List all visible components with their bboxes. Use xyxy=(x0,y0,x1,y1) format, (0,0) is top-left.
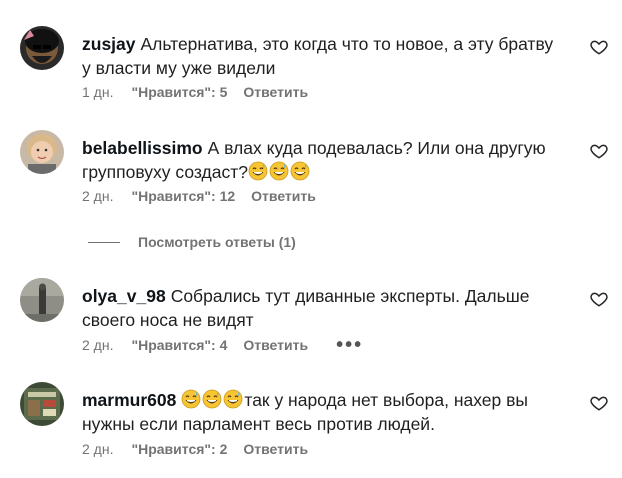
like-heart-icon[interactable] xyxy=(590,142,608,160)
reply-button[interactable]: Ответить xyxy=(243,441,308,457)
view-replies-label: Посмотреть ответы (1) xyxy=(138,234,296,250)
like-heart-icon[interactable] xyxy=(590,290,608,308)
comment-username[interactable]: zusjay xyxy=(82,34,136,54)
grinning-sweat-emoji xyxy=(181,389,201,409)
comment-likes[interactable]: "Нравится": 2 xyxy=(131,441,227,457)
comment-username[interactable]: olya_v_98 xyxy=(82,286,166,306)
view-replies-button[interactable]: Посмотреть ответы (1) xyxy=(88,234,296,250)
like-heart-icon[interactable] xyxy=(590,394,608,412)
comment-time[interactable]: 2 дн. xyxy=(82,188,113,204)
avatar[interactable] xyxy=(20,26,64,70)
comment-body: belabellissimo А влах куда подевалась? Ил… xyxy=(82,136,562,184)
grinning-sweat-emoji xyxy=(223,389,243,409)
comment-meta: 2 дн. "Нравится": 4 Ответить ••• xyxy=(82,335,363,355)
avatar-image xyxy=(20,130,64,174)
comment-time[interactable]: 2 дн. xyxy=(82,441,113,457)
replies-divider xyxy=(88,241,120,243)
comment-meta: 2 дн. "Нравится": 12 Ответить xyxy=(82,188,316,204)
comment-meta: 2 дн. "Нравится": 2 Ответить xyxy=(82,441,308,457)
avatar[interactable] xyxy=(20,278,64,322)
more-options-icon[interactable]: ••• xyxy=(336,335,363,355)
reply-button[interactable]: Ответить xyxy=(251,188,316,204)
like-heart-icon[interactable] xyxy=(590,38,608,56)
grinning-sweat-emoji xyxy=(248,161,268,181)
grinning-sweat-emoji xyxy=(290,161,310,181)
comment-text: Альтернатива, это когда что то новое, а … xyxy=(82,34,554,78)
grinning-sweat-emoji xyxy=(269,161,289,181)
comment-body: zusjay Альтернатива, это когда что то нов… xyxy=(82,32,562,80)
comment-likes[interactable]: "Нравится": 12 xyxy=(131,188,235,204)
comment-body: olya_v_98 Собрались тут диванные эксперты… xyxy=(82,284,562,332)
avatar[interactable] xyxy=(20,130,64,174)
comment-time[interactable]: 2 дн. xyxy=(82,337,113,353)
avatar-image xyxy=(20,26,64,70)
comment-meta: 1 дн. "Нравится": 5 Ответить xyxy=(82,84,308,100)
reply-button[interactable]: Ответить xyxy=(243,337,308,353)
comment-username[interactable]: belabellissimo xyxy=(82,138,203,158)
avatar-image xyxy=(20,278,64,322)
reply-button[interactable]: Ответить xyxy=(243,84,308,100)
comment-body: marmur608 так у народа нет выбора, нахер … xyxy=(82,388,562,436)
avatar-image xyxy=(20,382,64,426)
comment-time[interactable]: 1 дн. xyxy=(82,84,113,100)
comment-likes[interactable]: "Нравится": 4 xyxy=(131,337,227,353)
comment-username[interactable]: marmur608 xyxy=(82,390,176,410)
grinning-sweat-emoji xyxy=(202,389,222,409)
comment-likes[interactable]: "Нравится": 5 xyxy=(131,84,227,100)
avatar[interactable] xyxy=(20,382,64,426)
